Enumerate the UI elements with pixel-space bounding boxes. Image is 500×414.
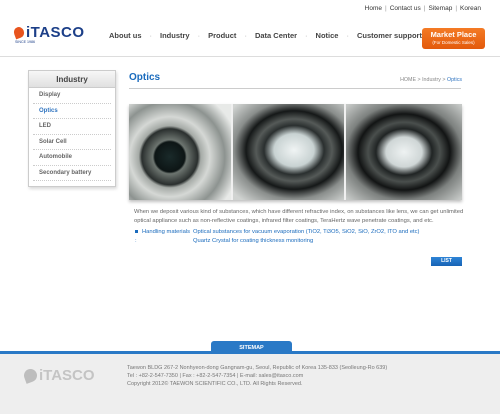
nav-product[interactable]: Product [208,31,236,40]
list-button[interactable]: LIST [431,257,462,266]
contact-link[interactable]: Contact us [390,5,421,12]
market-place-title: Market Place [430,30,477,39]
optics-photo-strip [129,104,462,200]
breadcrumb-current: Optics [446,77,462,83]
handling-line: Optical substances for vacuum evaporatio… [193,229,420,235]
breadcrumb-sep: > [442,77,446,83]
sitemap-tab-button[interactable]: SITEMAP [211,341,292,354]
logo-wordmark: iTASCO [26,24,85,41]
header-divider [0,56,500,57]
nav-notice[interactable]: Notice [316,31,339,40]
breadcrumb-industry[interactable]: Industry [422,77,441,83]
title-divider [129,88,461,89]
sidebar-title: Industry [29,71,115,88]
camera-lens-photo [129,104,232,200]
sidebar-item-automobile[interactable]: Automobile [33,150,111,166]
nav-divider: · [149,31,153,40]
main-nav: About us · Industry · Product · Data Cen… [109,31,422,40]
sidebar-item-led[interactable]: LED [33,119,111,135]
nav-divider: · [346,31,349,40]
footer-logo-swoosh-icon [22,367,39,384]
nav-divider: · [244,31,247,40]
handling-line: Quartz Crystal for coating thickness mon… [193,237,314,244]
optics-description: When we deposit various kind of substanc… [134,209,464,224]
lens-closeup-photo [345,104,462,200]
nav-divider: · [197,31,201,40]
bullet-icon [135,229,138,233]
market-place-subtitle: (For Domestic Sales) [432,40,475,45]
divider: | [455,5,458,12]
nav-data-center[interactable]: Data Center [255,31,297,40]
footer-address-line: Taewon BLDG 267-2 Nonhyeon-dong Gangnam-… [127,365,388,371]
handling-label: Handling materials : [135,229,191,244]
divider: | [384,5,387,12]
breadcrumb-home[interactable]: HOME [400,77,416,83]
sidebar-item-optics[interactable]: Optics [33,104,111,119]
divider: | [423,5,426,12]
sidebar: Industry Display Optics LED Solar Cell A… [28,70,116,187]
nav-divider: · [305,31,308,40]
home-link[interactable]: Home [365,5,382,12]
footer-contact-line: Tel : +82-2-547-7350 | Fax : +82-2-547-7… [127,373,304,380]
market-place-button[interactable]: Market Place (For Domestic Sales) [422,28,485,49]
handling-materials: Handling materials : Optical substances … [135,228,420,245]
nav-customer-support[interactable]: Customer support [357,31,422,40]
logo-since: SINCE 1986 [15,40,35,44]
nav-about-us[interactable]: About us [109,31,142,40]
utility-links: Home | Contact us | Sitemap | Korean [365,5,481,12]
header: Home | Contact us | Sitemap | Korean iTA… [0,0,500,56]
footer-logo-wordmark: iTASCO [39,367,95,384]
logo[interactable]: iTASCO SINCE 1986 [12,24,85,44]
sitemap-link[interactable]: Sitemap [428,5,452,12]
lens-ring-photo [233,104,344,200]
breadcrumb-sep: > [417,77,421,83]
sidebar-padding [29,181,115,186]
breadcrumb: HOME > Industry > Optics [400,77,462,83]
sidebar-item-display[interactable]: Display [33,88,111,104]
korean-link[interactable]: Korean [460,5,481,12]
logo-swoosh-icon [12,25,26,40]
footer-logo: iTASCO [22,367,95,384]
footer-copyright-line: Copyright 2012© TAEWON SCIENTIFIC CO., L… [127,381,303,388]
sidebar-item-solar-cell[interactable]: Solar Cell [33,135,111,150]
footer-address: Taewon BLDG 267-2 Nonhyeon-dong Gangnam-… [127,364,387,389]
sidebar-item-secondary-battery[interactable]: Secondary battery [33,166,111,181]
nav-industry[interactable]: Industry [160,31,190,40]
page-title: Optics [129,72,161,83]
